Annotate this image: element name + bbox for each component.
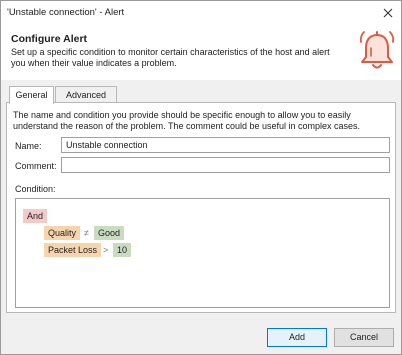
dialog-header: Configure Alert Set up a specific condit… <box>1 25 401 80</box>
name-label: Name: <box>15 141 42 151</box>
add-button[interactable]: Add <box>267 328 327 347</box>
comment-label: Comment: <box>15 161 57 171</box>
intro-text: The name and condition you provide shoul… <box>13 110 361 131</box>
comment-field[interactable] <box>61 157 390 173</box>
tab-general[interactable]: General <box>9 86 54 104</box>
tab-advanced[interactable]: Advanced <box>55 86 117 103</box>
bell-icon <box>359 31 395 69</box>
general-tab-panel: The name and condition you provide shoul… <box>6 102 396 313</box>
condition-value-good[interactable]: Good <box>94 226 125 240</box>
condition-editor[interactable]: And Quality ≠ Good Packet Loss > 10 <box>15 198 390 308</box>
condition-operator-greater[interactable]: > <box>103 243 108 257</box>
title-bar: 'Unstable connection' - Alert <box>1 1 401 25</box>
header-description: Set up a specific condition to monitor c… <box>11 47 330 68</box>
window-title: 'Unstable connection' - Alert <box>7 7 125 18</box>
condition-label: Condition: <box>15 184 56 194</box>
header-title: Configure Alert <box>11 33 88 45</box>
close-button[interactable] <box>375 1 401 25</box>
condition-operator-not-equal[interactable]: ≠ <box>84 226 89 240</box>
condition-attribute-packet-loss[interactable]: Packet Loss <box>44 243 102 257</box>
name-field[interactable] <box>61 137 390 153</box>
alert-dialog: 'Unstable connection' - Alert Configure … <box>0 0 402 355</box>
cancel-button[interactable]: Cancel <box>334 328 394 347</box>
condition-group-and[interactable]: And <box>23 209 48 223</box>
close-icon <box>383 8 393 18</box>
condition-value-10[interactable]: 10 <box>113 243 132 257</box>
condition-attribute-quality[interactable]: Quality <box>44 226 81 240</box>
